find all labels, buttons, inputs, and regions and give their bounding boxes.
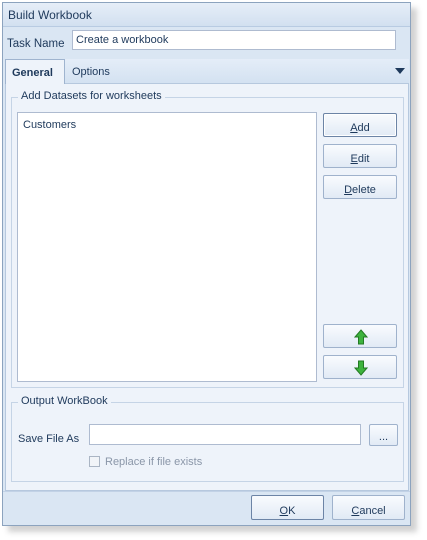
ok-button-mnemonic: O [279,504,289,517]
tab-strip: General Options [5,59,409,84]
move-up-button[interactable] [323,324,397,348]
tab-general[interactable]: General [5,59,65,84]
task-name-input[interactable] [72,30,396,50]
output-group-title: Output WorkBook [18,395,111,407]
delete-button-mnemonic: D [344,184,353,196]
cancel-button-label: ancel [359,504,386,517]
window-title: Build Workbook [8,8,92,22]
green-down-arrow-icon [354,360,368,376]
datasets-group-title: Add Datasets for worksheets [18,90,165,102]
datasets-list[interactable]: Customers [17,112,317,382]
build-workbook-dialog: Build Workbook Task Name General Options… [2,2,411,526]
tab-options[interactable]: Options [66,59,126,84]
title-bar[interactable]: Build Workbook [3,3,410,27]
general-tab-panel: Add Datasets for worksheets Customers Ad… [5,83,409,491]
footer-divider [3,491,410,492]
delete-button-label: elete [352,184,376,196]
tab-options-label: Options [72,66,110,78]
browse-button-label: ... [378,431,389,443]
add-button[interactable]: Add [323,113,397,137]
edit-button-label: dit [357,153,370,165]
cancel-button[interactable]: Cancel [332,495,405,520]
ok-button[interactable]: OK [251,495,324,520]
green-up-arrow-icon [354,329,368,345]
save-file-as-label: Save File As [18,433,80,445]
edit-button-mnemonic: E [350,153,358,165]
tab-general-label: General [12,67,53,79]
edit-button[interactable]: Edit [323,144,397,168]
task-name-label: Task Name [7,38,65,50]
add-button-mnemonic: A [350,122,358,134]
move-down-button[interactable] [323,355,397,379]
ok-button-label: K [288,504,296,517]
delete-button[interactable]: Delete [323,175,397,199]
output-workbook-group: Output WorkBook Save File As ... Replace… [11,395,404,482]
replace-if-exists-checkbox[interactable] [89,456,100,467]
add-button-label: dd [357,122,370,134]
replace-if-exists-label: Replace if file exists [105,456,203,468]
list-item[interactable]: Customers [23,119,76,131]
datasets-group: Add Datasets for worksheets Customers Ad… [11,90,404,388]
browse-button[interactable]: ... [369,424,398,446]
tab-menu-dropdown-icon[interactable] [395,68,405,74]
save-file-as-input[interactable] [89,424,361,445]
